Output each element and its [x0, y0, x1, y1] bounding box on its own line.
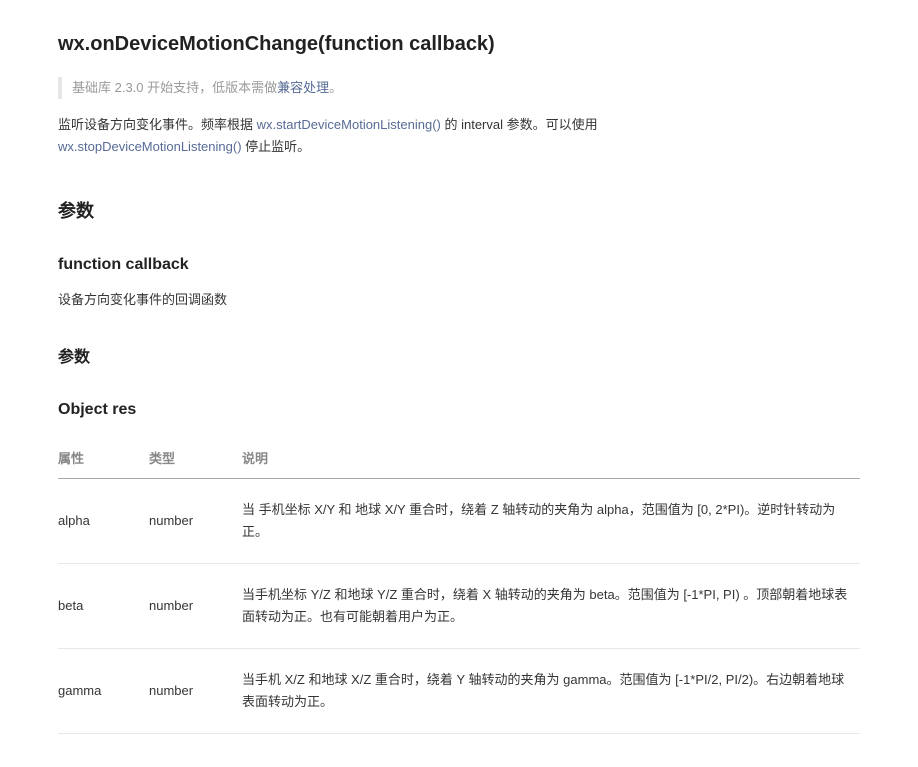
params-heading: 参数: [58, 201, 94, 221]
callback-description: 设备方向变化事件的回调函数: [58, 292, 228, 307]
table-header-row: 属性 类型 说明: [58, 437, 860, 479]
object-res-heading: Object res: [58, 401, 137, 418]
property-description: 当手机 X/Z 和地球 X/Z 重合时，绕着 Y 轴转动的夹角为 gamma。范…: [242, 672, 845, 709]
property-description: 当手机坐标 Y/Z 和地球 Y/Z 重合时，绕着 X 轴转动的夹角为 beta。…: [242, 587, 848, 624]
property-description-cell: 当 手机坐标 X/Y 和 地球 X/Y 重合时，绕着 Z 轴转动的夹角为 alp…: [242, 478, 860, 564]
property-name: gamma: [58, 648, 149, 734]
table-row: alpha number 当 手机坐标 X/Y 和 地球 X/Y 重合时，绕着 …: [58, 478, 860, 564]
property-name: alpha: [58, 478, 149, 564]
header-property: 属性: [58, 437, 149, 479]
stop-listening-link[interactable]: wx.stopDeviceMotionListening(): [58, 139, 242, 154]
property-description-cell: 当手机坐标 Y/Z 和地球 Y/Z 重合时，绕着 X 轴转动的夹角为 beta。…: [242, 563, 860, 649]
compat-link[interactable]: 兼容处理: [277, 80, 329, 95]
desc-part3: 停止监听。: [241, 139, 311, 154]
support-note-prefix: 基础库 2.3.0 开始支持，低版本需做: [72, 80, 278, 95]
support-note-suffix: 。: [329, 80, 343, 95]
property-description-cell: 当手机 X/Z 和地球 X/Z 重合时，绕着 Y 轴转动的夹角为 gamma。范…: [242, 648, 860, 734]
page-title: wx.onDeviceMotionChange(function callbac…: [58, 33, 495, 55]
callback-heading: function callback: [58, 256, 189, 273]
callback-params-heading: 参数: [58, 349, 91, 366]
support-note: 基础库 2.3.0 开始支持，低版本需做兼容处理。: [58, 77, 342, 99]
header-description: 说明: [242, 437, 860, 479]
properties-table: 属性 类型 说明 alpha number 当 手机坐标 X/Y 和 地球 X/…: [58, 437, 860, 734]
header-type: 类型: [149, 437, 242, 479]
api-description: 监听设备方向变化事件。频率根据 wx.startDeviceMotionList…: [58, 114, 718, 158]
desc-part2: 的 interval 参数。可以使用: [440, 117, 598, 132]
property-type: number: [149, 563, 242, 649]
property-description: 当 手机坐标 X/Y 和 地球 X/Y 重合时，绕着 Z 轴转动的夹角为 alp…: [242, 502, 836, 539]
property-type: number: [149, 478, 242, 564]
start-listening-link[interactable]: wx.startDeviceMotionListening(): [257, 117, 441, 132]
table-row: gamma number 当手机 X/Z 和地球 X/Z 重合时，绕着 Y 轴转…: [58, 648, 860, 734]
table-row: beta number 当手机坐标 Y/Z 和地球 Y/Z 重合时，绕着 X 轴…: [58, 563, 860, 649]
desc-part1: 监听设备方向变化事件。频率根据: [58, 117, 257, 132]
property-name: beta: [58, 563, 149, 649]
property-type: number: [149, 648, 242, 734]
